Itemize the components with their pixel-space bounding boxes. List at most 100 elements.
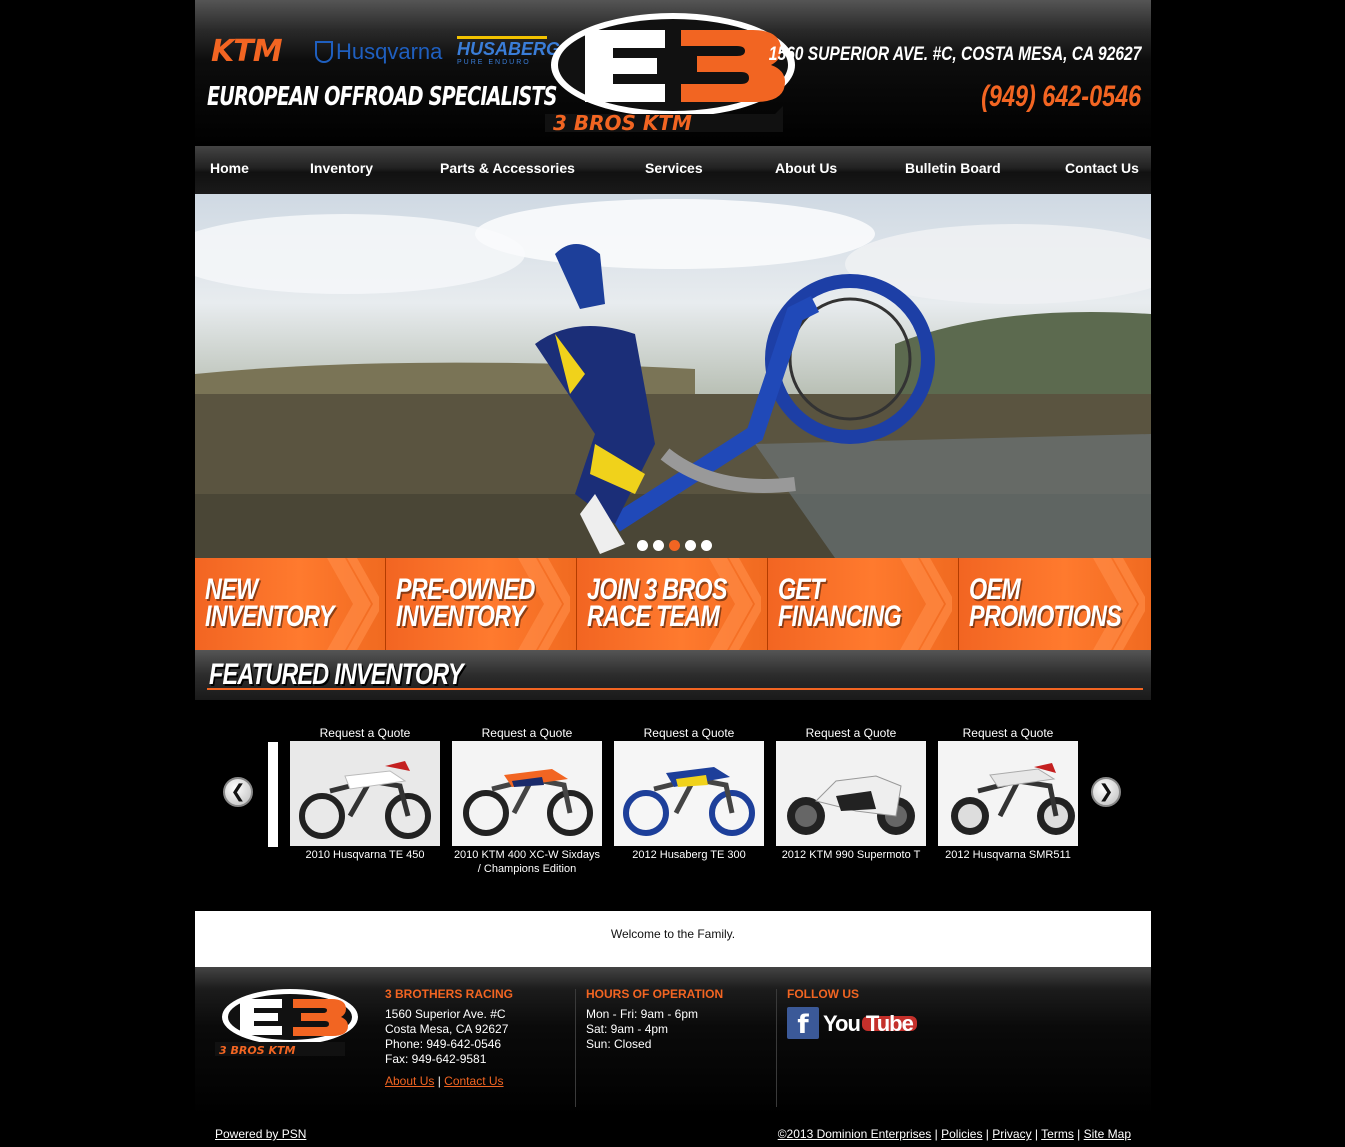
request-quote-link[interactable]: Request a Quote: [938, 725, 1078, 741]
header: KTM Husqvarna HUSABERG PURE ENDURO EUROP…: [195, 0, 1151, 146]
promo-label: PRE-OWNED INVENTORY: [396, 573, 535, 633]
promo-financing[interactable]: GET FINANCING: [768, 558, 959, 650]
inventory-item: Request a Quote 2012 KTM 990 Supermoto T: [776, 725, 926, 862]
promo-label: JOIN 3 BROS RACE TEAM: [587, 573, 727, 633]
inventory-name[interactable]: 2010 KTM 400 XC-W Sixdays / Champions Ed…: [452, 848, 602, 876]
inventory-photo[interactable]: [614, 741, 764, 846]
request-quote-link[interactable]: Request a Quote: [290, 725, 440, 741]
dirt-bike-image: [452, 741, 602, 846]
footer-divider: [776, 989, 777, 1107]
inventory-photo[interactable]: [938, 741, 1078, 846]
promo-pre-owned-inventory[interactable]: PRE-OWNED INVENTORY: [386, 558, 577, 650]
contact-us-link[interactable]: Contact Us: [444, 1074, 503, 1088]
footer-links: About Us | Contact Us: [385, 1074, 513, 1089]
powered-by-link[interactable]: Powered by PSN: [215, 1127, 306, 1141]
chevron-right-icon: [900, 558, 952, 650]
site-container: KTM Husqvarna HUSABERG PURE ENDURO EUROP…: [195, 0, 1151, 1147]
footer: 3 BROS KTM 3 BROTHERS RACING 1560 Superi…: [195, 967, 1151, 1147]
company-street: 1560 Superior Ave. #C: [385, 1007, 506, 1021]
featured-inventory-title: FEATURED INVENTORY: [209, 658, 464, 691]
policies-link[interactable]: Policies: [941, 1127, 982, 1141]
company-city: Costa Mesa, CA 92627: [385, 1022, 509, 1036]
hero-slideshow[interactable]: [195, 194, 1151, 558]
footer-follow: FOLLOW US f You Tube: [787, 987, 917, 1040]
inventory-photo[interactable]: [290, 741, 440, 846]
promo-new-inventory[interactable]: NEW INVENTORY: [195, 558, 386, 650]
nav-home[interactable]: Home: [210, 146, 249, 194]
request-quote-link[interactable]: Request a Quote: [452, 725, 602, 741]
inventory-name[interactable]: 2012 KTM 990 Supermoto T: [776, 848, 926, 862]
promo-label: OEM PROMOTIONS: [969, 573, 1122, 633]
3bros-ktm-logo[interactable]: 3 BROS KTM: [545, 10, 805, 136]
featured-inventory-header: FEATURED INVENTORY: [195, 650, 1151, 700]
dirt-bike-image: [614, 741, 764, 846]
company-fax: Fax: 949-642-9581: [385, 1052, 487, 1066]
nav-inventory[interactable]: Inventory: [310, 146, 373, 194]
logo-3bros-text: 3 BROS KTM: [553, 111, 692, 135]
inventory-name[interactable]: 2010 Husqvarna TE 450: [290, 848, 440, 862]
terms-link[interactable]: Terms: [1041, 1127, 1074, 1141]
hero-image: [195, 199, 1151, 558]
nav-about-us[interactable]: About Us: [775, 146, 837, 194]
slide-dot-4[interactable]: [685, 540, 696, 551]
inventory-item: Request a Quote 2012 Husqvarna SMR511: [938, 725, 1078, 862]
inventory-item: Request a Quote 2010 Husqvarna TE 450: [290, 725, 440, 862]
slide-dot-5[interactable]: [701, 540, 712, 551]
husqvarna-logo[interactable]: Husqvarna: [315, 36, 447, 68]
youtube-icon[interactable]: You Tube: [823, 1007, 917, 1039]
welcome-message: Welcome to the Family.: [195, 911, 1151, 967]
footer-logo[interactable]: 3 BROS KTM: [215, 987, 360, 1057]
promo-label: NEW INVENTORY: [205, 573, 334, 633]
inventory-photo[interactable]: [452, 741, 602, 846]
inventory-name[interactable]: 2012 Husaberg TE 300: [614, 848, 764, 862]
privacy-link[interactable]: Privacy: [992, 1127, 1031, 1141]
footer-divider: [575, 989, 576, 1107]
company-heading: 3 BROTHERS RACING: [385, 987, 514, 1001]
request-quote-link[interactable]: Request a Quote: [776, 725, 926, 741]
slide-dot-3[interactable]: [669, 540, 680, 551]
facebook-icon[interactable]: f: [787, 1007, 819, 1040]
husqvarna-crown-icon: [315, 41, 333, 63]
copyright-link[interactable]: ©2013 Dominion Enterprises: [778, 1127, 932, 1141]
nav-parts-accessories[interactable]: Parts & Accessories: [440, 146, 575, 194]
hours-sunday: Sun: Closed: [586, 1037, 652, 1051]
promo-oem-promotions[interactable]: OEM PROMOTIONS: [959, 558, 1151, 650]
chevron-right-icon: [327, 558, 379, 650]
nav-services[interactable]: Services: [645, 146, 703, 194]
promo-tiles: NEW INVENTORY PRE-OWNED INVENTORY JOIN 3 B…: [195, 558, 1151, 650]
tagline: EUROPEAN OFFROAD SPECIALISTS: [207, 82, 557, 112]
slide-dot-1[interactable]: [637, 540, 648, 551]
husaberg-logo[interactable]: HUSABERG PURE ENDURO: [457, 36, 560, 68]
supermoto-image: [938, 741, 1078, 846]
inventory-photo[interactable]: [776, 741, 926, 846]
dirt-bike-image: [290, 741, 440, 846]
hours-heading: HOURS OF OPERATION: [586, 987, 724, 1001]
legal-links: ©2013 Dominion Enterprises | Policies | …: [777, 1127, 1131, 1141]
chevron-right-icon[interactable]: ❯: [1091, 777, 1121, 807]
about-us-link[interactable]: About Us: [385, 1074, 434, 1088]
ktm-logo[interactable]: KTM: [211, 36, 303, 68]
nav-contact-us[interactable]: Contact Us: [1065, 146, 1139, 194]
promo-race-team[interactable]: JOIN 3 BROS RACE TEAM: [577, 558, 768, 650]
company-phone: Phone: 949-642-0546: [385, 1037, 502, 1051]
slide-dot-2[interactable]: [653, 540, 664, 551]
hours-saturday: Sat: 9am - 4pm: [586, 1022, 669, 1036]
inventory-item: Request a Quote 2010 KTM 400 XC-W Sixday…: [452, 725, 602, 876]
featured-divider: [207, 688, 1143, 690]
inventory-name[interactable]: 2012 Husqvarna SMR511: [938, 848, 1078, 862]
address: 1560 SUPERIOR AVE. #C, COSTA MESA, CA 92…: [768, 44, 1141, 65]
carousel-edge: [268, 742, 278, 847]
site-map-link[interactable]: Site Map: [1084, 1127, 1131, 1141]
slide-indicators: [637, 540, 712, 551]
chevron-left-icon[interactable]: ❮: [223, 777, 253, 807]
request-quote-link[interactable]: Request a Quote: [614, 725, 764, 741]
powered-by: Powered by PSN: [215, 1127, 306, 1141]
youtube-you: You: [823, 1010, 861, 1036]
inventory-item: Request a Quote 2012 Husaberg TE 300: [614, 725, 764, 862]
hours-weekday: Mon - Fri: 9am - 6pm: [586, 1007, 699, 1021]
phone-number[interactable]: (949) 642-0546: [981, 80, 1141, 114]
featured-carousel: ❮ Request a Quote 2010 Husqvarna TE 450 …: [195, 700, 1151, 910]
footer-hours: HOURS OF OPERATION Mon - Fri: 9am - 6pm …: [586, 987, 723, 1052]
link-separator: |: [437, 1074, 441, 1088]
nav-bulletin-board[interactable]: Bulletin Board: [905, 146, 1001, 194]
